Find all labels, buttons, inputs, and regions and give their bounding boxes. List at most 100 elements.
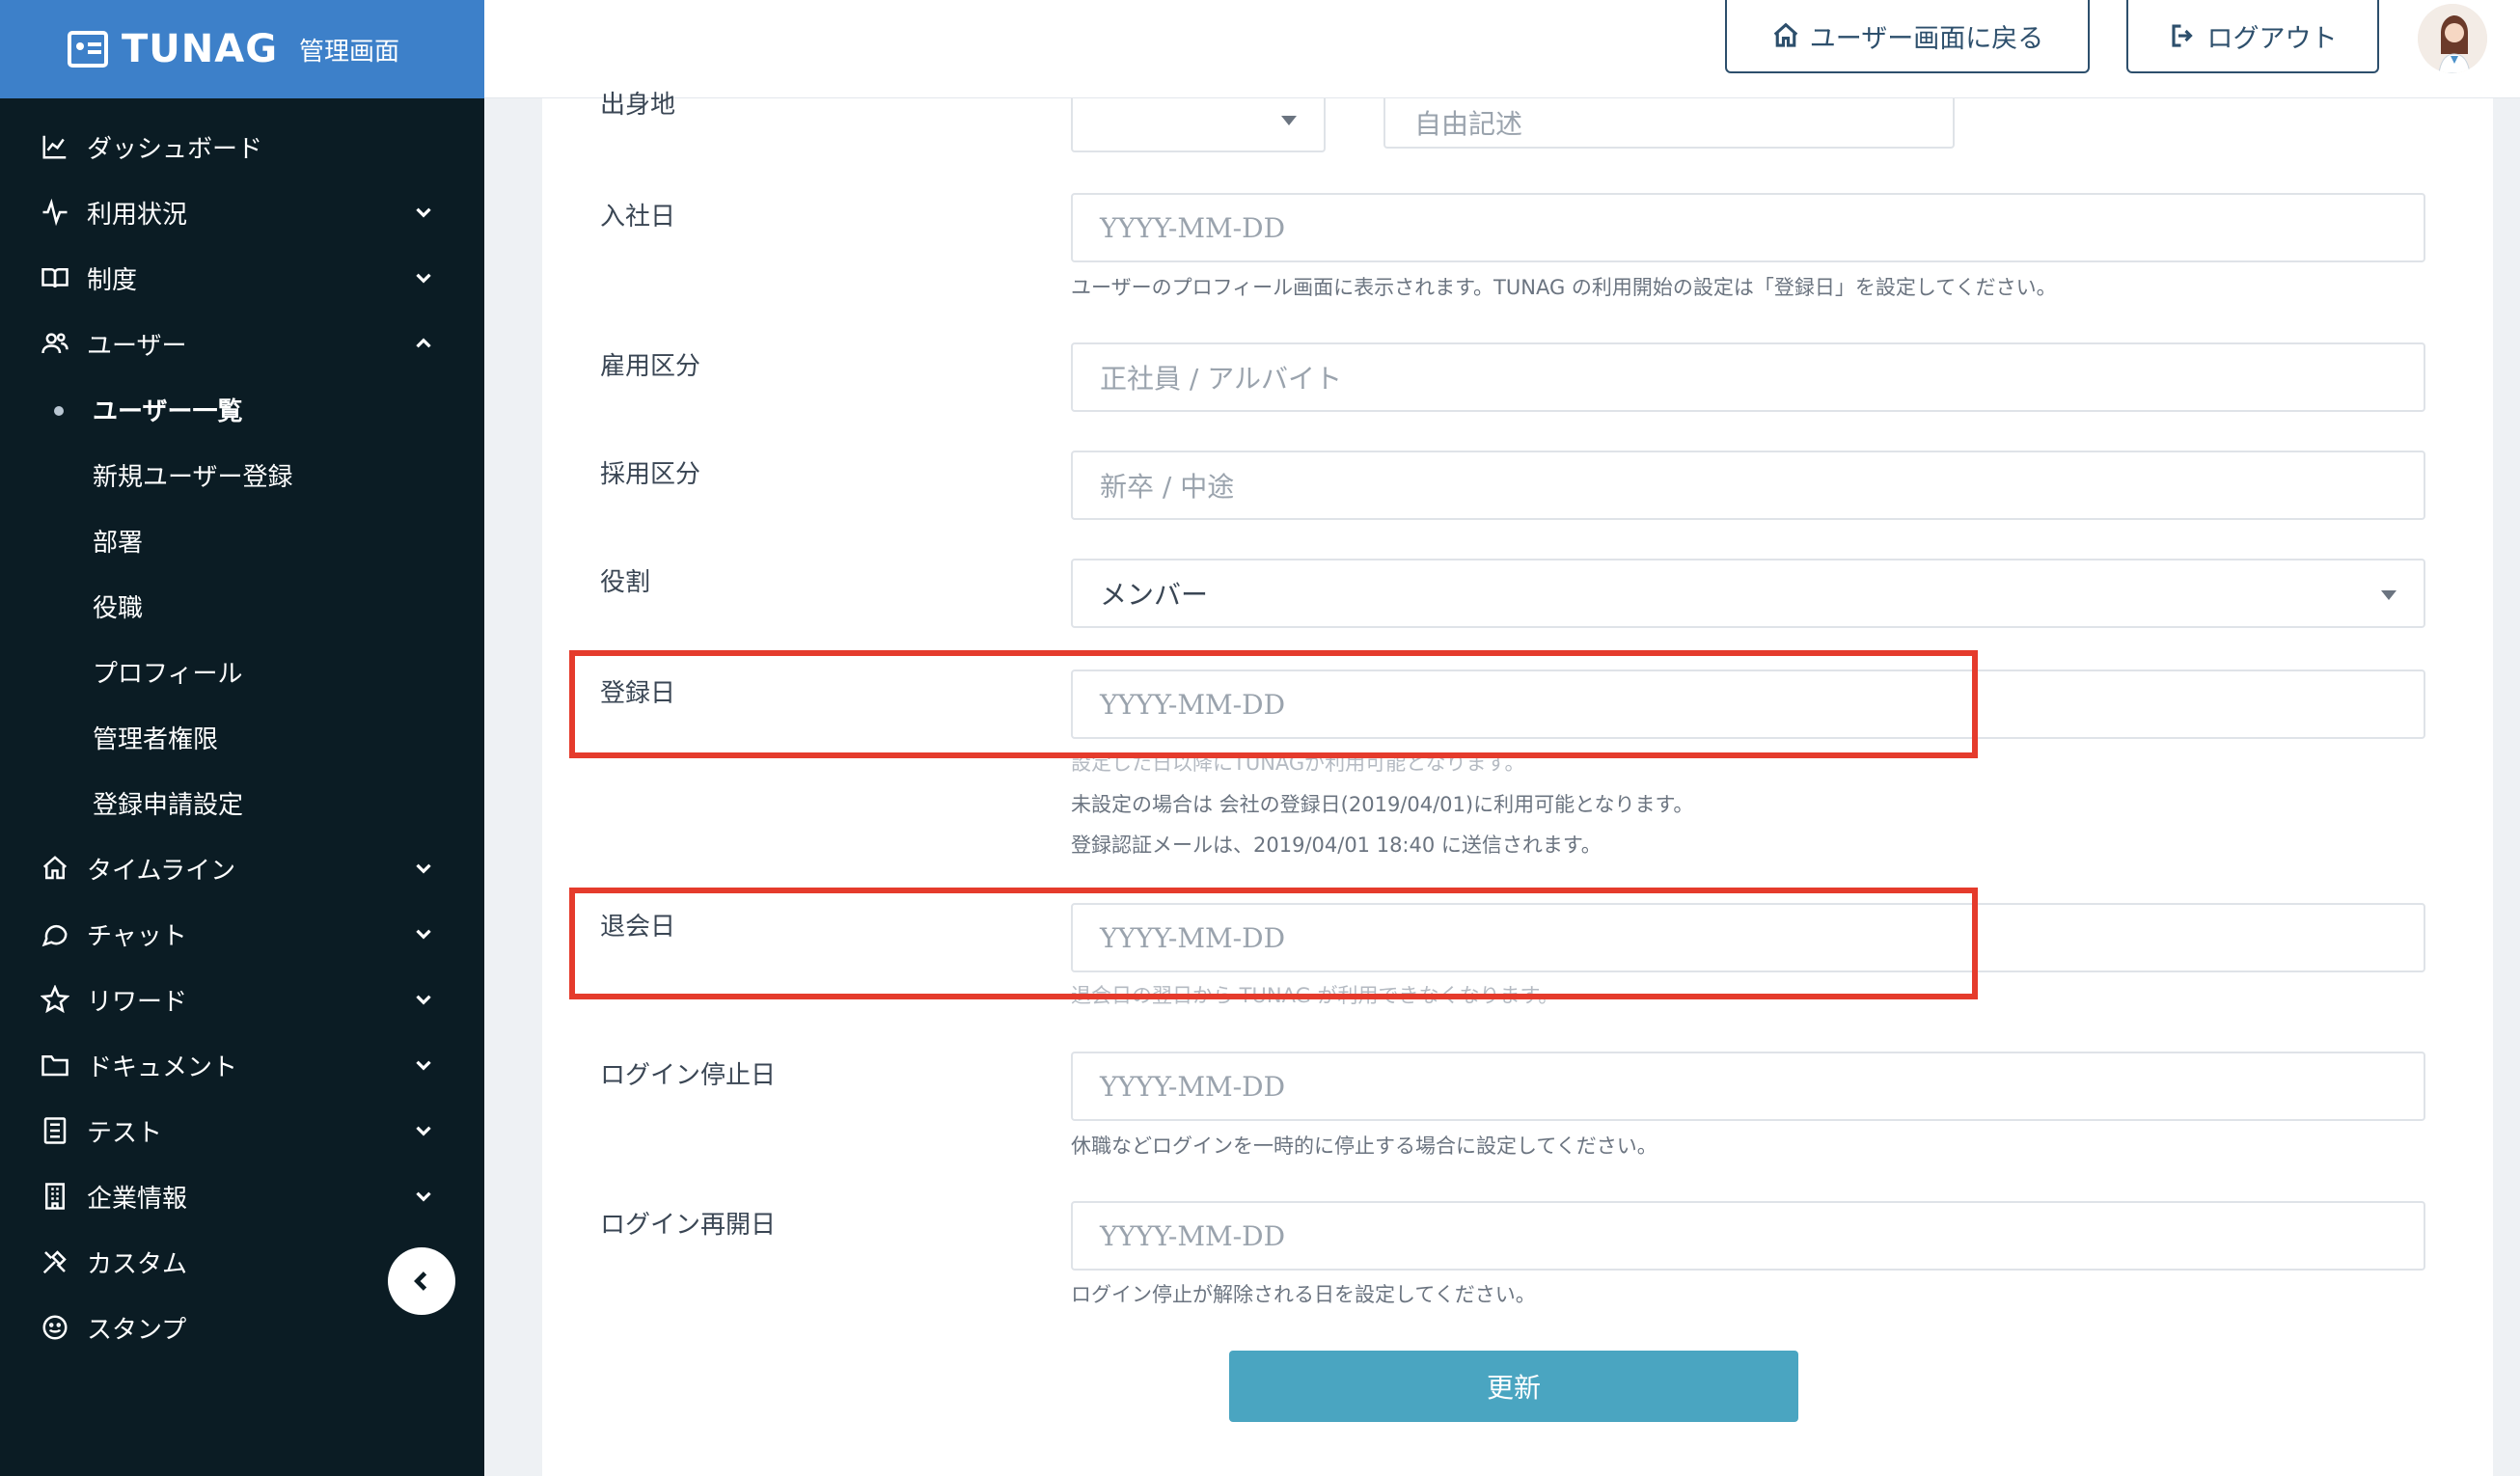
sidebar-subitem-label: ユーザー一覧 bbox=[93, 396, 243, 426]
chevron-left-icon bbox=[414, 1271, 427, 1291]
login-stop-date-help: 休職などログインを一時的に停止する場合に設定してください。 bbox=[1071, 1134, 1657, 1158]
back-to-user-screen-label: ユーザー画面に戻る bbox=[1809, 23, 2044, 54]
sidebar-item-label: リワード bbox=[87, 987, 188, 1017]
sidebar-subitem-label: 管理者権限 bbox=[93, 724, 219, 754]
sidebar-subitem-admin-permissions[interactable]: 管理者権限 bbox=[0, 704, 484, 770]
avatar[interactable] bbox=[2418, 4, 2487, 73]
sidebar-subitem-user-list[interactable]: ユーザー一覧 bbox=[0, 376, 484, 442]
sidebar-item-label: チャット bbox=[87, 921, 187, 951]
role-select-value: メンバー bbox=[1100, 579, 1209, 611]
sidebar-item-label: 企業情報 bbox=[87, 1184, 188, 1214]
update-button[interactable]: 更新 bbox=[1229, 1351, 1798, 1422]
star-icon bbox=[39, 983, 71, 1016]
role-label: 役割 bbox=[600, 568, 651, 597]
sidebar-nav: ダッシュボード 利用状況 制度 ユーザー ユーザー一覧 新規ユーザー登録 部署 bbox=[0, 98, 484, 1360]
join-date-help: ユーザーのプロフィール画面に表示されます。TUNAG の利用開始の設定は「登録日… bbox=[1071, 276, 2057, 299]
hometown-free-input[interactable]: 自由記述 bbox=[1383, 98, 1955, 149]
registration-date-help-2: 未設定の場合は 会社の登録日(2019/04/01)に利用可能となります。 bbox=[1071, 793, 1694, 816]
sidebar-subitem-department[interactable]: 部署 bbox=[0, 507, 484, 573]
login-resume-date-input[interactable]: YYYY-MM-DD bbox=[1071, 1201, 2425, 1271]
caret-down-icon bbox=[1281, 116, 1297, 125]
sidebar-item-document[interactable]: ドキュメント bbox=[0, 1032, 484, 1098]
sidebar-item-label: スタンプ bbox=[87, 1315, 187, 1345]
withdrawal-date-highlight bbox=[569, 888, 1978, 999]
hometown-label: 出身地 bbox=[600, 91, 676, 120]
sidebar-item-label: ドキュメント bbox=[87, 1052, 238, 1082]
registration-date-help-3: 登録認証メールは、2019/04/01 18:40 に送信されます。 bbox=[1071, 834, 1602, 857]
join-date-input[interactable]: YYYY-MM-DD bbox=[1071, 193, 2425, 262]
chevron-down-icon bbox=[411, 1184, 436, 1209]
logout-button[interactable]: ログアウト bbox=[2126, 0, 2379, 73]
chevron-down-icon bbox=[411, 921, 436, 946]
role-select[interactable]: メンバー bbox=[1071, 559, 2425, 628]
sidebar-item-reward[interactable]: リワード bbox=[0, 967, 484, 1032]
sidebar-item-timeline[interactable]: タイムライン bbox=[0, 835, 484, 901]
login-stop-date-input[interactable]: YYYY-MM-DD bbox=[1071, 1052, 2425, 1121]
sidebar-item-system[interactable]: 制度 bbox=[0, 245, 484, 311]
chevron-down-icon bbox=[411, 200, 436, 225]
login-resume-date-help: ログイン停止が解除される日を設定してください。 bbox=[1071, 1283, 1536, 1306]
back-to-user-screen-button[interactable]: ユーザー画面に戻る bbox=[1725, 0, 2090, 73]
building-icon bbox=[39, 1180, 71, 1213]
checklist-icon bbox=[39, 1114, 71, 1147]
chevron-down-icon bbox=[411, 1052, 436, 1078]
hiring-type-input[interactable]: 新卒 / 中途 bbox=[1071, 451, 2425, 520]
chevron-up-icon bbox=[411, 331, 436, 356]
sidebar-subitem-label: 役職 bbox=[93, 593, 144, 623]
registration-date-highlight bbox=[569, 650, 1978, 758]
folder-icon bbox=[39, 1049, 71, 1081]
hometown-select[interactable] bbox=[1071, 98, 1326, 152]
top-header: ユーザー画面に戻る ログアウト bbox=[484, 0, 2520, 98]
join-date-label: 入社日 bbox=[600, 203, 676, 232]
tunag-logo-icon bbox=[68, 31, 108, 68]
sidebar-item-test[interactable]: テスト bbox=[0, 1098, 484, 1163]
active-dot-icon bbox=[54, 406, 64, 416]
avatar-illustration-icon bbox=[2418, 4, 2487, 73]
sidebar-subitem-new-user[interactable]: 新規ユーザー登録 bbox=[0, 442, 484, 507]
login-stop-date-label: ログイン停止日 bbox=[600, 1061, 777, 1090]
sidebar-item-label: ダッシュボード bbox=[87, 134, 263, 164]
chevron-down-icon bbox=[411, 987, 436, 1012]
sidebar-item-dashboard[interactable]: ダッシュボード bbox=[0, 114, 484, 179]
sidebar-subitem-label: 登録申請設定 bbox=[93, 790, 244, 820]
sidebar-subitem-registration-settings[interactable]: 登録申請設定 bbox=[0, 770, 484, 835]
brand-name: TUNAG bbox=[122, 27, 279, 71]
sidebar-item-users[interactable]: ユーザー bbox=[0, 311, 484, 376]
sidebar-subitem-profile[interactable]: プロフィール bbox=[0, 639, 484, 704]
chevron-down-icon bbox=[411, 265, 436, 290]
chevron-down-icon bbox=[411, 856, 436, 881]
caret-down-icon bbox=[2381, 590, 2397, 600]
logout-label: ログアウト bbox=[2206, 23, 2338, 54]
chevron-down-icon bbox=[411, 1118, 436, 1143]
chart-line-icon bbox=[39, 130, 71, 163]
sidebar-item-chat[interactable]: チャット bbox=[0, 901, 484, 967]
sidebar-subitem-label: 新規ユーザー登録 bbox=[93, 462, 293, 492]
home-icon bbox=[1773, 22, 1798, 47]
hiring-type-label: 採用区分 bbox=[600, 460, 701, 489]
home-icon bbox=[39, 852, 71, 885]
sidebar-subitem-label: プロフィール bbox=[93, 659, 243, 689]
sidebar-subitem-label: 部署 bbox=[93, 528, 144, 558]
sidebar-subitem-position[interactable]: 役職 bbox=[0, 573, 484, 639]
brand-subtitle: 管理画面 bbox=[299, 37, 400, 67]
employment-type-input[interactable]: 正社員 / アルバイト bbox=[1071, 342, 2425, 412]
book-icon bbox=[39, 261, 71, 294]
users-icon bbox=[39, 327, 71, 360]
sidebar-item-label: タイムライン bbox=[87, 856, 236, 886]
chat-bubble-icon bbox=[39, 917, 71, 950]
activity-icon bbox=[39, 196, 71, 229]
sidebar: TUNAG 管理画面 ダッシュボード 利用状況 制度 ユーザー ユーザー一覧 新… bbox=[0, 0, 484, 1476]
smile-icon bbox=[39, 1311, 71, 1344]
sidebar-item-label: カスタム bbox=[87, 1249, 188, 1279]
sidebar-item-label: ユーザー bbox=[87, 331, 187, 361]
sidebar-item-label: 利用状況 bbox=[87, 200, 188, 230]
brand[interactable]: TUNAG 管理画面 bbox=[0, 0, 484, 98]
sidebar-item-usage[interactable]: 利用状況 bbox=[0, 179, 484, 245]
sidebar-collapse-button[interactable] bbox=[388, 1247, 455, 1315]
login-resume-date-label: ログイン再開日 bbox=[600, 1211, 777, 1240]
tools-icon bbox=[39, 1245, 71, 1278]
sidebar-item-label: テスト bbox=[87, 1118, 163, 1148]
employment-type-label: 雇用区分 bbox=[600, 352, 701, 381]
logout-icon bbox=[2171, 24, 2193, 47]
sidebar-item-company[interactable]: 企業情報 bbox=[0, 1163, 484, 1229]
